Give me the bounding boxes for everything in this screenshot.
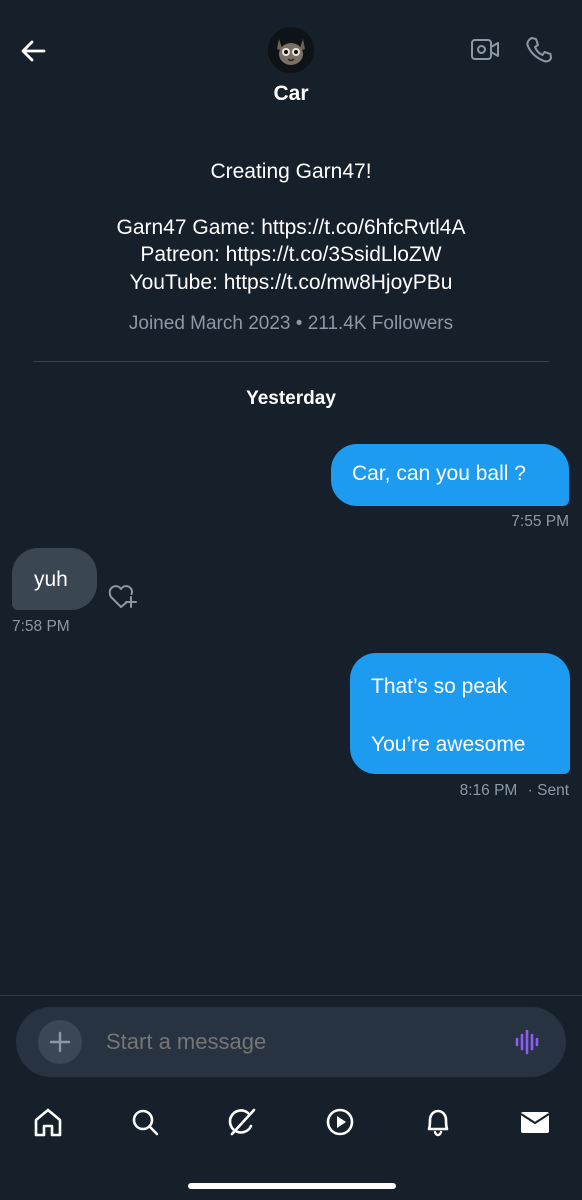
profile-bio: Creating Garn47! Garn47 Game: https://t.… [0,158,582,296]
message-bubble-outgoing[interactable]: That’s so peak You’re awesome [350,653,570,774]
joined-followers-info: Joined March 2023 • 211.4K Followers [128,313,454,334]
message-bubble-incoming[interactable]: yuh [12,548,97,610]
divider [0,995,582,996]
message-timestamp-status: 8:16 PM · Sent [460,782,569,800]
message-timestamp: 7:58 PM [12,618,70,635]
back-arrow-icon[interactable] [18,36,48,66]
bio-link-youtube[interactable]: YouTube: https://t.co/mw8HjoyPBu [0,269,582,297]
bio-link-patreon[interactable]: Patreon: https://t.co/3SsidLloZW [0,241,582,269]
message-line: That’s so peak [371,675,508,698]
add-attachment-button[interactable] [38,1020,82,1064]
home-icon[interactable] [28,1102,68,1142]
bottom-tab-bar [0,1090,582,1160]
conversation-header: Car [0,0,582,130]
messages-envelope-icon[interactable] [515,1102,555,1142]
notifications-bell-icon[interactable] [418,1102,458,1142]
search-icon[interactable] [125,1102,165,1142]
voice-message-icon[interactable] [513,1027,543,1057]
video-icon[interactable] [470,37,500,63]
message-input[interactable] [106,1027,486,1057]
home-indicator[interactable] [188,1183,396,1189]
video-play-icon[interactable] [320,1102,360,1142]
message-timestamp: 7:55 PM [511,513,569,530]
message-bubble-outgoing[interactable]: Car, can you ball ? [331,444,569,506]
message-timestamp: 8:16 PM [459,782,518,799]
grok-icon[interactable] [222,1102,262,1142]
date-separator: Yesterday [246,388,336,409]
plus-icon [49,1031,71,1053]
avatar[interactable] [268,27,314,73]
message-composer [16,1007,566,1077]
bio-link-game[interactable]: Garn47 Game: https://t.co/6hfcRvtl4A [0,214,582,242]
bio-headline: Creating Garn47! [210,160,372,183]
divider [33,361,549,362]
contact-name[interactable]: Car [0,82,582,106]
add-reaction-heart-icon[interactable] [108,581,138,609]
message-line: You’re awesome [371,733,526,756]
message-status: · Sent [527,782,569,799]
phone-icon[interactable] [524,35,554,65]
